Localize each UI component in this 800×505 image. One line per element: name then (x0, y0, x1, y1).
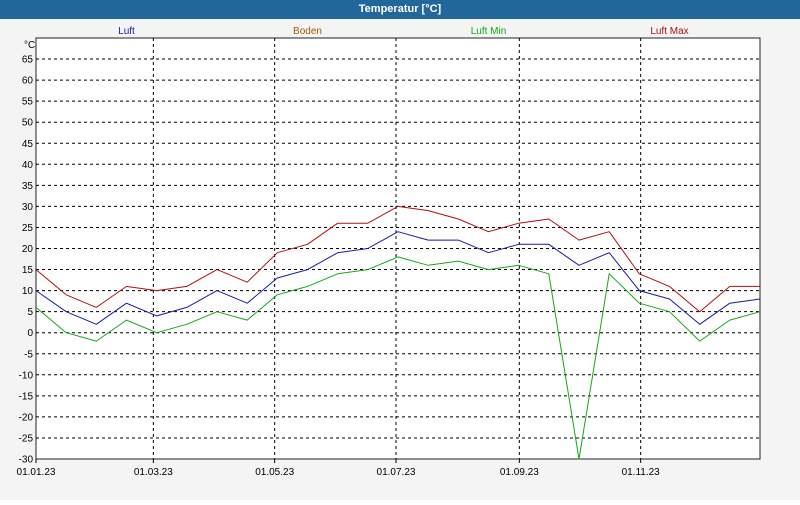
y-tick-label: 65 (22, 55, 34, 66)
legend-item: Luft (118, 26, 135, 37)
y-tick-label: -10 (19, 370, 34, 381)
chart-panel: Luft Boden Luft Min Luft Max 65 60 55 50 45 40 35… (0, 19, 800, 500)
legend: Luft Boden Luft Min Luft Max (118, 26, 689, 37)
y-tick-label: 40 (22, 160, 34, 171)
y-tick-label: 10 (22, 286, 34, 297)
y-tick-label: 50 (22, 118, 34, 129)
y-tick-label: -30 (19, 455, 34, 466)
y-tick-label: -20 (19, 412, 34, 423)
legend-item: Boden (293, 26, 322, 37)
x-tick-label: 01.09.23 (500, 467, 539, 478)
y-tick-label: 15 (22, 265, 34, 276)
legend-item: Luft Max (650, 26, 688, 37)
y-tick-label: 0 (27, 328, 33, 339)
x-axis-ticks: 01.01.23 01.03.23 01.05.23 01.07.23 01.09.23… (17, 459, 661, 478)
y-tick-label: -25 (19, 433, 34, 444)
x-tick-label: 01.05.23 (255, 467, 294, 478)
chart-title-bar: Temperatur [°C] (0, 0, 800, 19)
y-axis-ticks: 65605550454035302520151050-5-10-15-20-25… (19, 55, 34, 466)
temperature-chart: Luft Boden Luft Min Luft Max 65605550454035… (17, 26, 761, 478)
y-axis-label: °C (24, 40, 35, 51)
y-tick-label: 20 (22, 244, 34, 255)
x-tick-label: 01.11.23 (622, 467, 661, 478)
y-tick-label: 5 (27, 307, 33, 318)
y-tick-label: -15 (19, 391, 34, 402)
chart-title: Temperatur [°C] (358, 3, 442, 15)
y-tick-label: 60 (22, 76, 34, 87)
y-tick-label: 35 (22, 181, 34, 192)
x-tick-label: 01.01.23 (17, 467, 56, 478)
x-tick-label: 01.03.23 (134, 467, 173, 478)
y-tick-label: 45 (22, 139, 34, 150)
y-tick-label: -5 (24, 349, 33, 360)
x-tick-label: 01.07.23 (377, 467, 416, 478)
y-tick-label: 25 (22, 223, 34, 234)
y-tick-label: 30 (22, 202, 34, 213)
legend-item: Luft Min (471, 26, 507, 37)
y-tick-label: 55 (22, 97, 34, 108)
